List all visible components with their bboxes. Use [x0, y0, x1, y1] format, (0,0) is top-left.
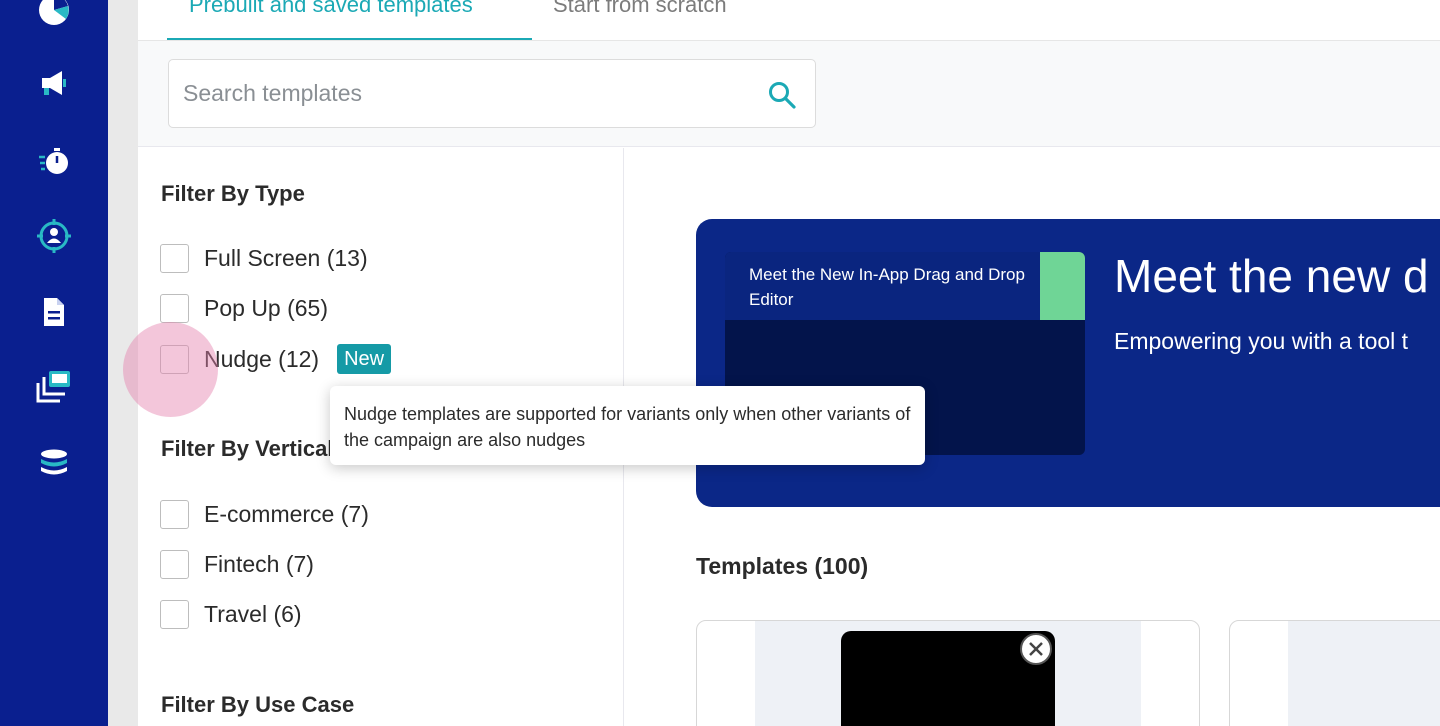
- checkbox[interactable]: [160, 293, 189, 323]
- banner-subtitle: Empowering you with a tool t: [1114, 328, 1409, 354]
- template-card[interactable]: [696, 620, 1200, 726]
- banner-title: Meet the new d: [1114, 250, 1429, 302]
- filter-option-fintech[interactable]: Fintech (7): [160, 549, 314, 579]
- filter-option-label: Nudge (12): [204, 345, 320, 372]
- filter-option-pop-up[interactable]: Pop Up (65): [160, 293, 328, 323]
- nudge-tooltip: Nudge templates are supported for varian…: [330, 386, 925, 465]
- stopwatch-icon[interactable]: [34, 141, 74, 181]
- template-preview: [1288, 621, 1440, 726]
- tab-bar: Prebuilt and saved templates Start from …: [138, 0, 1440, 41]
- filter-option-nudge[interactable]: Nudge (12) New: [160, 344, 392, 374]
- checkbox[interactable]: [160, 243, 189, 273]
- megaphone-icon[interactable]: [34, 64, 74, 104]
- search-input[interactable]: [183, 60, 743, 127]
- stacked-screens-icon[interactable]: [34, 367, 74, 407]
- new-badge: New: [337, 344, 392, 374]
- tab-label: Prebuilt and saved templates: [189, 0, 473, 17]
- filter-option-label: Pop Up (65): [204, 294, 329, 321]
- filter-option-e-commerce[interactable]: E-commerce (7): [160, 499, 369, 529]
- filter-option-label: Fintech (7): [204, 550, 314, 577]
- pie-chart-icon[interactable]: [34, 0, 74, 30]
- tab-label: Start from scratch: [553, 0, 727, 17]
- filter-by-type-heading: Filter By Type: [161, 181, 305, 206]
- filter-by-use-case-heading: Filter By Use Case: [161, 692, 355, 717]
- target-user-icon[interactable]: [34, 216, 74, 256]
- search-box: [168, 59, 816, 128]
- sidebar-gutter: [108, 0, 138, 726]
- checkbox[interactable]: [160, 344, 189, 374]
- tab-prebuilt-templates[interactable]: Prebuilt and saved templates: [167, 0, 532, 40]
- banner-card-text: Meet the New In-App Drag and Drop Editor: [749, 265, 1025, 309]
- filter-option-label: Full Screen (13): [204, 244, 368, 271]
- banner-card-accent: [1040, 252, 1085, 320]
- checkbox[interactable]: [160, 499, 189, 529]
- close-icon[interactable]: [1019, 632, 1053, 666]
- filter-option-label: E-commerce (7): [204, 500, 369, 527]
- tab-start-from-scratch[interactable]: Start from scratch: [553, 0, 727, 40]
- filter-by-vertical-heading: Filter By Vertical: [161, 436, 334, 461]
- filter-option-full-screen[interactable]: Full Screen (13): [160, 243, 368, 273]
- filter-option-travel[interactable]: Travel (6): [160, 599, 302, 629]
- search-icon[interactable]: [767, 80, 797, 110]
- checkbox[interactable]: [160, 549, 189, 579]
- document-icon[interactable]: [34, 292, 74, 332]
- search-band: [138, 41, 1440, 147]
- tooltip-text: Nudge templates are supported for varian…: [344, 404, 911, 450]
- database-icon[interactable]: [34, 443, 74, 483]
- templates-heading: Templates (100): [696, 553, 869, 579]
- template-card[interactable]: [1229, 620, 1440, 726]
- filter-option-label: Travel (6): [204, 600, 302, 627]
- checkbox[interactable]: [160, 599, 189, 629]
- left-sidebar: [0, 0, 108, 726]
